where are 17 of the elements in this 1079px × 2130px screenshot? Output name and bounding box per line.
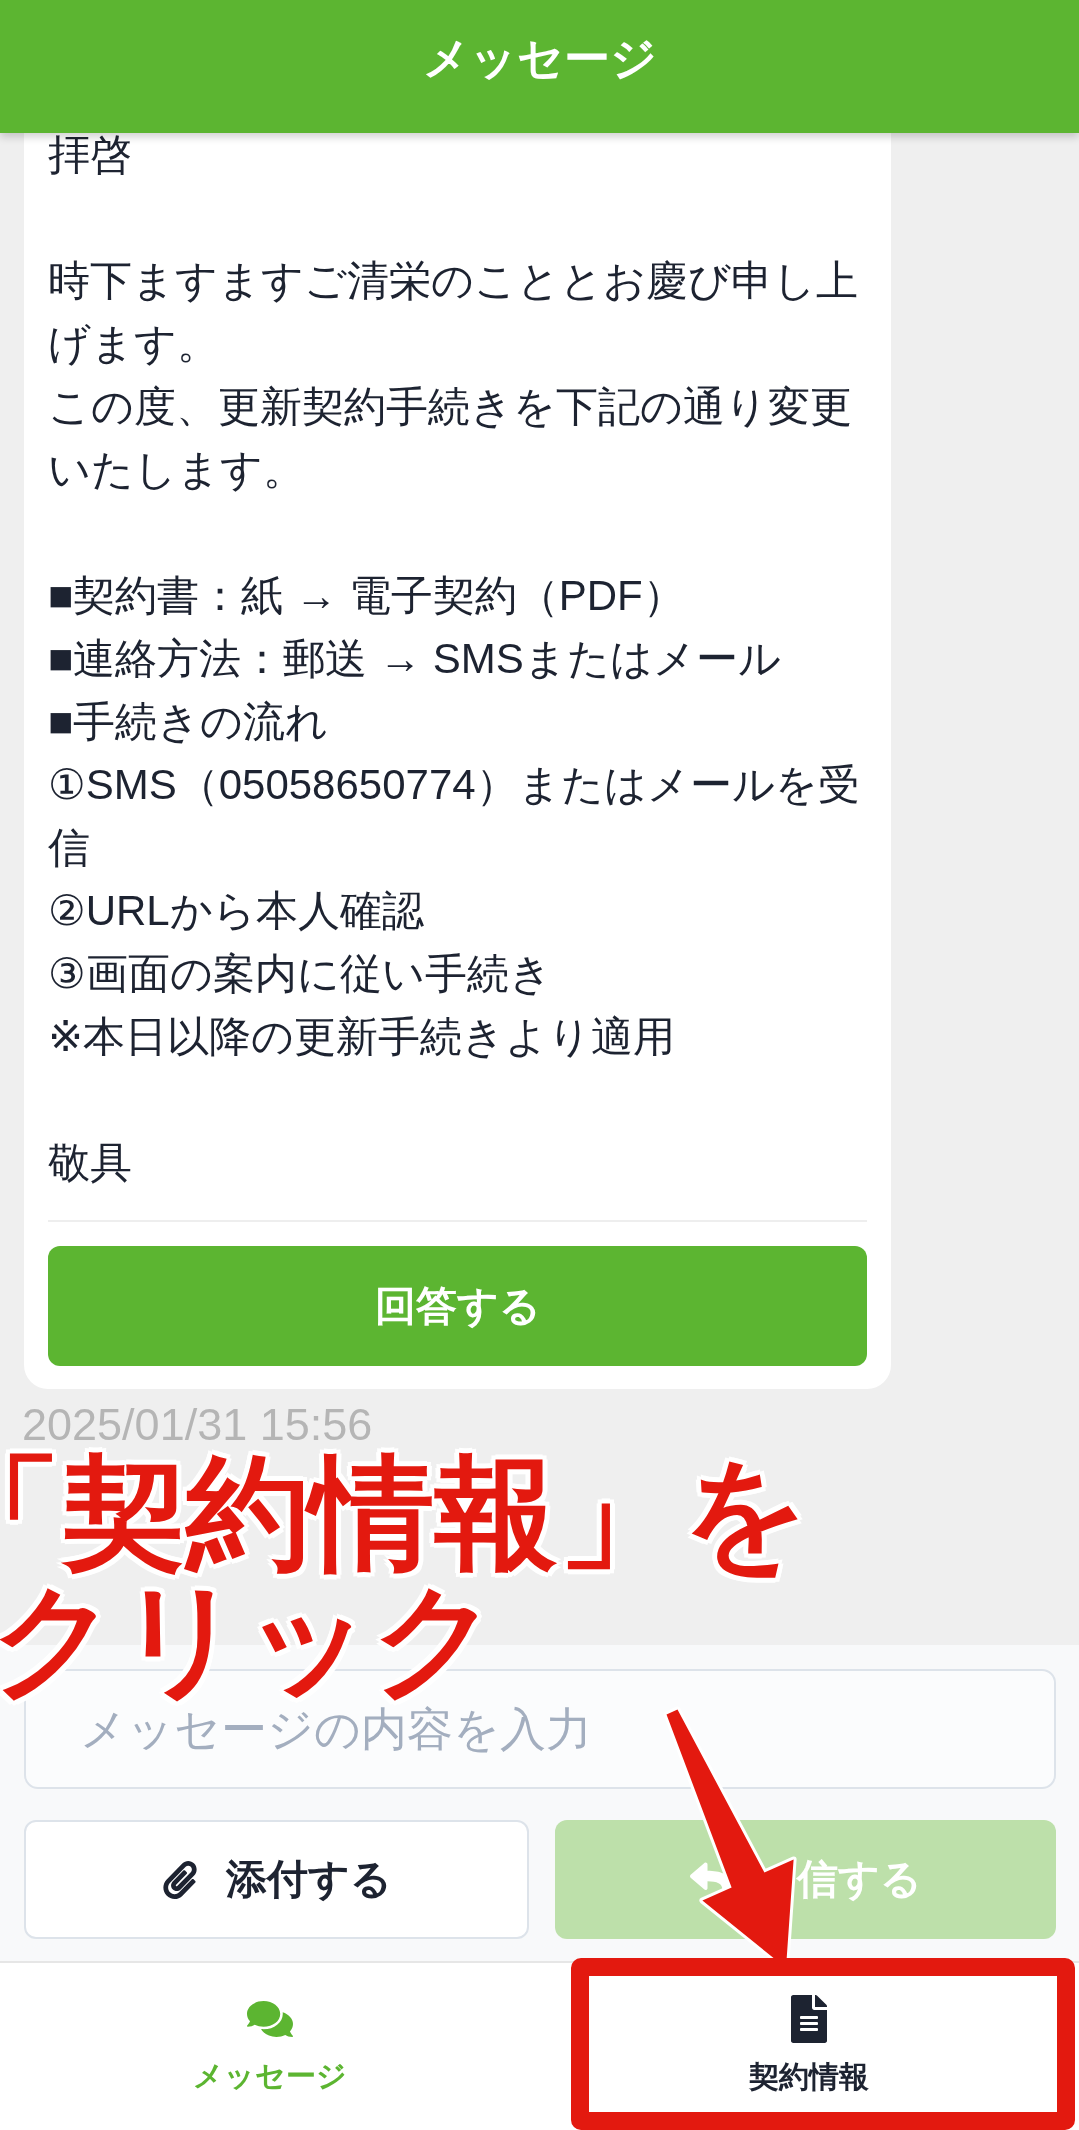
message-line: ②URLから本人確認	[48, 886, 425, 936]
message-line: ①SMS（05058650774）またはメールを受信	[48, 760, 861, 873]
attach-button[interactable]: 添付する	[24, 1820, 529, 1939]
message-timestamp: 2025/01/31 15:56	[22, 1398, 373, 1452]
callout-text: 「契約情報」を	[0, 1450, 809, 1576]
message-line: ■連絡方法：郵送 → SMSまたはメール	[48, 634, 782, 684]
answer-button[interactable]: 回答する	[48, 1246, 867, 1366]
paperclip-icon	[161, 1860, 199, 1899]
message-line: ※本日以降の更新手続きより適用	[48, 1012, 677, 1062]
message-line: ■契約書：紙 → 電子契約（PDF）	[48, 571, 686, 621]
message-line: ■手続きの流れ	[48, 697, 330, 747]
message-line: 拝啓	[48, 130, 133, 180]
message-line: この度、更新契約手続きを下記の通り変更いたします。	[48, 382, 853, 495]
header-title: メッセージ	[422, 30, 657, 86]
message-line: 敬具	[48, 1138, 133, 1188]
message-line: ③画面の案内に従い手続き	[48, 949, 553, 999]
message-line: 時下ますますご清栄のこととお慶び申し上げます。	[48, 256, 859, 369]
